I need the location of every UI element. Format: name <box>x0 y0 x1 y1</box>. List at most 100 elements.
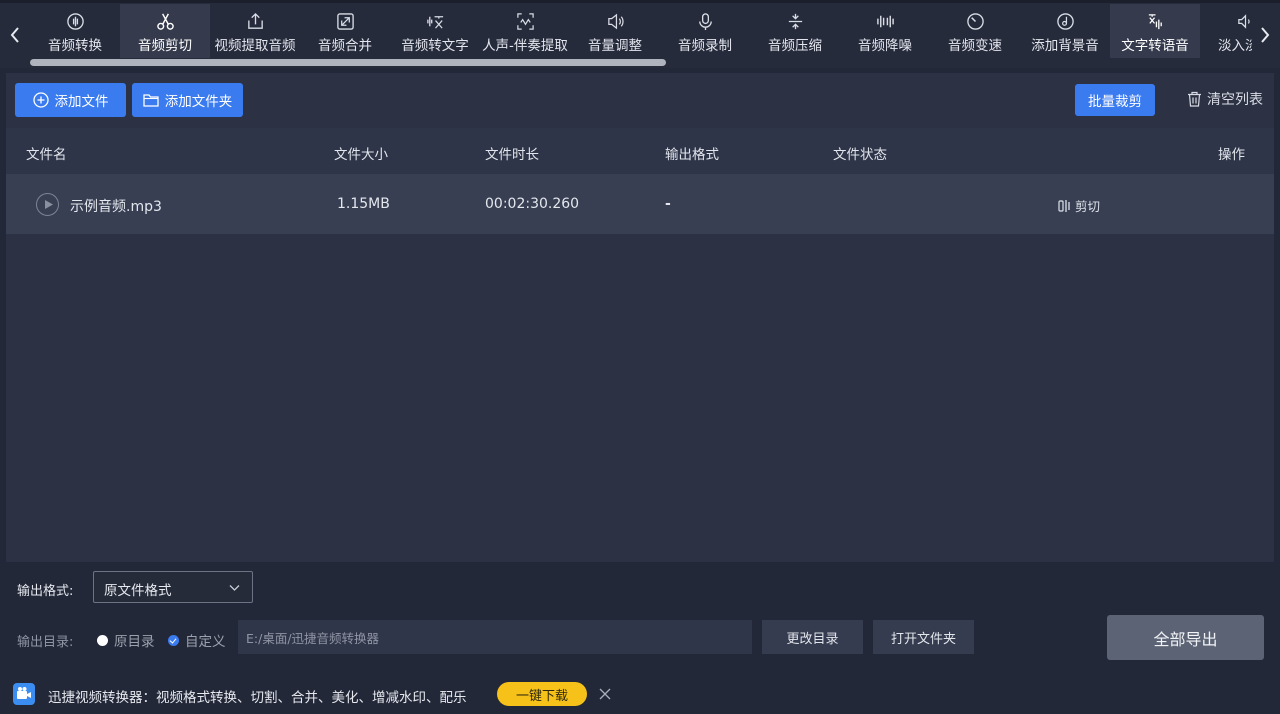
toolbar-scrollbar[interactable] <box>30 59 666 66</box>
header-file-size: 文件大小 <box>334 147 388 163</box>
radio-original-label: 原目录 <box>114 634 155 650</box>
tool-label: 音频转文字 <box>401 38 469 54</box>
file-list-panel: 添加文件 添加文件夹 批量裁剪 清空列表 文件名 文件大小 文件时长 输出格式 … <box>6 73 1274 562</box>
tool-toolbar: 音频转换 音频剪切 视频提取音频 音频合并 音频转文字 人声-伴奏提取 音量调整 <box>0 0 1280 68</box>
batch-cut-button[interactable]: 批量裁剪 <box>1075 84 1155 116</box>
promo-text: 迅捷视频转换器：视频格式转换、切割、合并、美化、增减水印、配乐 <box>48 690 467 706</box>
clear-list-button[interactable]: 清空列表 <box>1187 89 1263 109</box>
merge-icon <box>336 12 354 30</box>
tool-audio-denoise[interactable]: 音频降噪 <box>840 4 930 58</box>
batch-cut-label: 批量裁剪 <box>1088 94 1142 110</box>
tool-label: 添加背景音 <box>1031 38 1099 54</box>
output-format: - <box>665 196 671 212</box>
microphone-icon <box>698 12 712 30</box>
cut-label: 剪切 <box>1075 199 1101 214</box>
header-output-format: 输出格式 <box>665 147 719 163</box>
add-folder-label: 添加文件夹 <box>164 94 233 110</box>
tool-vocal-extract[interactable]: 人声-伴奏提取 <box>480 4 570 58</box>
output-path-field[interactable] <box>238 620 752 654</box>
tool-volume-adjust[interactable]: 音量调整 <box>570 4 660 58</box>
change-dir-button[interactable]: 更改目录 <box>762 620 863 654</box>
top-border <box>0 0 1280 3</box>
volume-icon <box>607 13 624 29</box>
tool-audio-convert[interactable]: 音频转换 <box>30 4 120 58</box>
radio-custom-label: 自定义 <box>185 634 226 650</box>
tool-label: 音量调整 <box>588 38 642 54</box>
tool-label: 音频转换 <box>48 38 102 54</box>
play-icon <box>44 200 53 209</box>
video-camera-icon <box>17 687 31 699</box>
tool-audio-to-text[interactable]: 音频转文字 <box>390 4 480 58</box>
export-all-button[interactable]: 全部导出 <box>1107 615 1264 660</box>
add-file-label: 添加文件 <box>54 94 109 110</box>
cut-waveform-icon <box>1058 199 1070 212</box>
speed-icon <box>966 12 984 30</box>
text-to-speech-icon <box>1148 13 1162 29</box>
fade-icon <box>1237 13 1250 29</box>
table-row[interactable]: 示例音频.mp3 1.15MB 00:02:30.260 - 剪切 <box>6 174 1274 234</box>
tool-label: 文字转语音 <box>1121 38 1189 54</box>
tool-add-background-music[interactable]: 添加背景音 <box>1020 4 1110 58</box>
music-disc-icon <box>1056 12 1074 30</box>
compress-icon <box>788 13 802 29</box>
audio-to-text-icon <box>426 15 443 29</box>
change-dir-label: 更改目录 <box>786 631 839 647</box>
tool-label: 淡入淡出 <box>1218 38 1252 54</box>
audio-wave-icon <box>66 12 84 30</box>
tool-audio-merge[interactable]: 音频合并 <box>300 4 390 58</box>
add-folder-button[interactable]: 添加文件夹 <box>132 83 243 117</box>
header-file-duration: 文件时长 <box>485 147 539 163</box>
tool-video-extract-audio[interactable]: 视频提取音频 <box>210 4 300 58</box>
play-button[interactable] <box>36 193 59 216</box>
folder-icon <box>143 94 159 107</box>
file-duration: 00:02:30.260 <box>485 196 580 212</box>
chevron-right-icon <box>1261 27 1270 43</box>
chevron-down-icon <box>229 585 240 591</box>
scroll-left-button[interactable] <box>4 20 26 50</box>
tool-audio-record[interactable]: 音频录制 <box>660 4 750 58</box>
download-label: 一键下载 <box>515 688 568 704</box>
tool-audio-speed[interactable]: 音频变速 <box>930 4 1020 58</box>
header-action: 操作 <box>1218 147 1245 163</box>
one-click-download-button[interactable]: 一键下载 <box>497 682 587 706</box>
tool-label: 音频压缩 <box>768 38 822 54</box>
tool-text-to-speech[interactable]: 文字转语音 <box>1110 4 1200 58</box>
tool-audio-compress[interactable]: 音频压缩 <box>750 4 840 58</box>
video-converter-logo-icon <box>13 683 35 705</box>
scissors-icon <box>156 13 174 30</box>
output-format-select[interactable]: 原文件格式 <box>93 571 253 603</box>
scroll-right-button[interactable] <box>1254 20 1276 50</box>
close-icon[interactable] <box>598 687 612 701</box>
file-name: 示例音频.mp3 <box>70 199 162 215</box>
denoise-icon <box>876 15 894 27</box>
tool-audio-cut[interactable]: 音频剪切 <box>120 4 210 58</box>
tool-fade[interactable]: 淡入淡出 <box>1200 4 1252 58</box>
plus-circle-icon <box>32 92 49 108</box>
add-file-button[interactable]: 添加文件 <box>15 83 126 117</box>
output-format-label: 输出格式: <box>17 584 74 599</box>
header-file-status: 文件状态 <box>833 147 887 163</box>
table-header: 文件名 文件大小 文件时长 输出格式 文件状态 操作 <box>6 128 1274 174</box>
header-file-name: 文件名 <box>26 147 67 163</box>
tool-label: 音频剪切 <box>138 38 192 54</box>
open-folder-label: 打开文件夹 <box>890 631 956 647</box>
radio-dot <box>97 634 108 646</box>
upload-icon <box>247 12 263 29</box>
trash-icon <box>1188 91 1201 107</box>
open-folder-button[interactable]: 打开文件夹 <box>873 620 974 654</box>
vocal-extract-icon <box>516 12 534 30</box>
clear-list-label: 清空列表 <box>1207 92 1263 108</box>
tool-label: 视频提取音频 <box>214 38 296 54</box>
tool-label: 音频降噪 <box>858 38 912 54</box>
export-all-label: 全部导出 <box>1153 629 1218 649</box>
tool-label: 音频合并 <box>318 38 372 54</box>
tool-label: 音频录制 <box>678 38 732 54</box>
file-size: 1.15MB <box>337 196 390 212</box>
radio-original-dir[interactable]: 原目录 <box>97 630 155 650</box>
output-format-value: 原文件格式 <box>104 583 172 599</box>
tool-label: 音频变速 <box>948 38 1002 54</box>
radio-custom-dir[interactable]: 自定义 <box>168 630 226 650</box>
cut-button[interactable]: 剪切 <box>1058 196 1100 215</box>
radio-dot-checked <box>168 634 179 646</box>
tool-label: 人声-伴奏提取 <box>482 38 568 54</box>
